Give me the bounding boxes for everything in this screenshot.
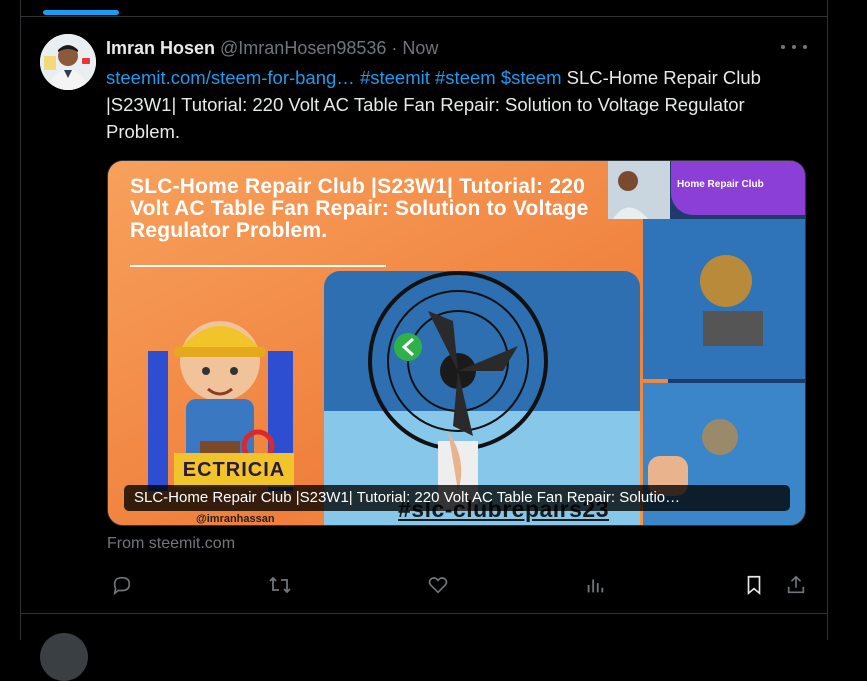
- tweet-link[interactable]: steemit.com/steem-for-bang…: [106, 67, 355, 88]
- like-icon[interactable]: [423, 570, 453, 600]
- share-icon[interactable]: [781, 570, 811, 600]
- reply-icon[interactable]: [107, 570, 137, 600]
- author-handle[interactable]: @ImranHosen98536: [220, 38, 386, 59]
- home-repair-club-label: Home Repair Club: [671, 161, 805, 215]
- timestamp[interactable]: Now: [402, 38, 438, 59]
- author-name[interactable]: Imran Hosen: [106, 38, 215, 59]
- card-title-overlay[interactable]: SLC-Home Repair Club |S23W1| Tutorial: 2…: [124, 485, 790, 511]
- more-options-icon[interactable]: [781, 39, 807, 55]
- hashtag-steem[interactable]: #steem: [435, 67, 496, 88]
- divider: [20, 613, 828, 614]
- card-credit: @imranhassan: [196, 513, 275, 525]
- views-icon[interactable]: [580, 570, 610, 600]
- hashtag-steemit[interactable]: #steemit: [360, 67, 430, 88]
- avatar[interactable]: [40, 34, 96, 90]
- retweet-icon[interactable]: [265, 570, 295, 600]
- tweet-header: Imran Hosen @ImranHosen98536 · Now: [106, 37, 438, 59]
- avatar-image: [40, 34, 96, 90]
- tweet-text: steemit.com/steem-for-bang… #steemit #st…: [106, 64, 814, 145]
- separator: ·: [391, 37, 398, 58]
- bookmark-icon[interactable]: [739, 570, 769, 600]
- card-image-title: SLC-Home Repair Club |S23W1| Tutorial: 2…: [130, 175, 589, 242]
- electrician-badge: ECTRICIA: [174, 453, 294, 487]
- card-source[interactable]: From steemit.com: [107, 535, 235, 553]
- link-card[interactable]: SLC-Home Repair Club |S23W1| Tutorial: 2…: [107, 160, 806, 526]
- next-tweet-avatar[interactable]: [40, 633, 88, 681]
- tweet[interactable]: Imran Hosen @ImranHosen98536 · Now steem…: [21, 17, 827, 613]
- cashtag-steem[interactable]: $steem: [501, 67, 562, 88]
- tweet-actions: [107, 570, 807, 600]
